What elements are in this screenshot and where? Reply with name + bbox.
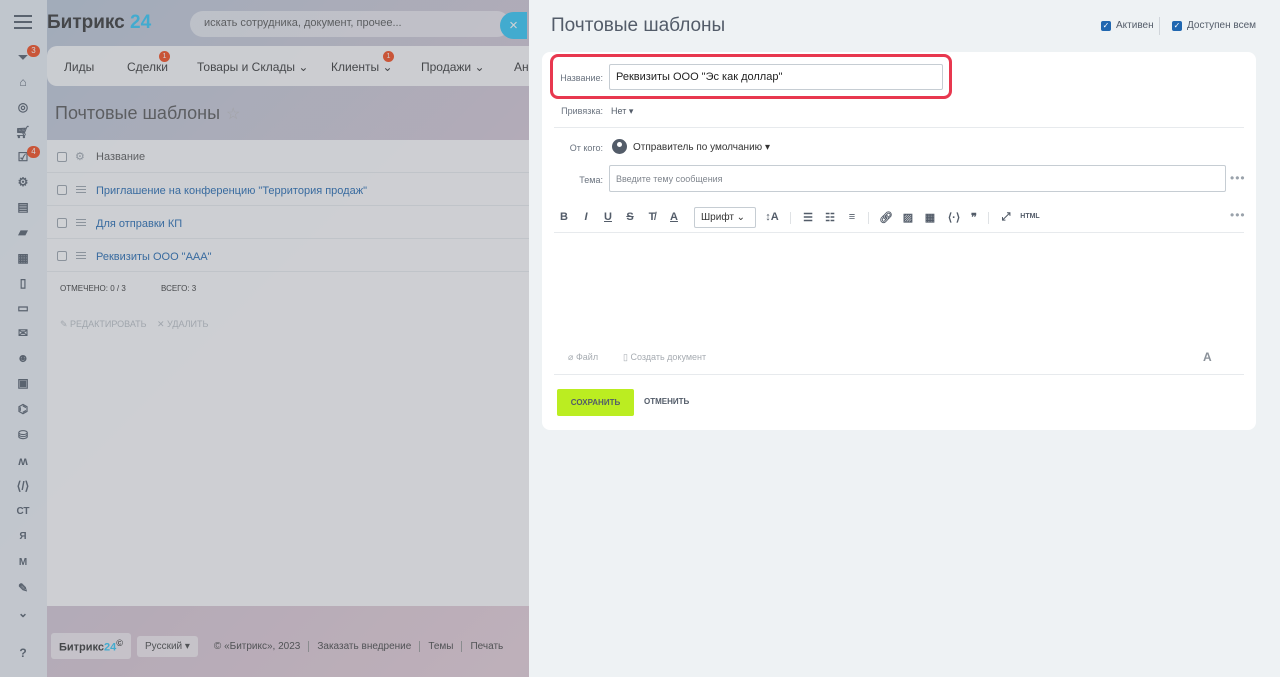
- checkbox-checked-icon: ✓: [1172, 20, 1182, 31]
- attach-file-link[interactable]: ⌀ Файл: [568, 352, 598, 363]
- divider: [554, 232, 1244, 233]
- subject-input[interactable]: Введите тему сообщения: [609, 165, 1226, 192]
- quote-icon[interactable]: ❞: [966, 211, 982, 224]
- underline-icon[interactable]: U: [600, 211, 616, 223]
- from-label: От кого:: [569, 143, 603, 153]
- clear-format-icon[interactable]: T̸: [644, 211, 660, 223]
- text-format-icon[interactable]: A: [1203, 350, 1212, 364]
- image-icon[interactable]: ▨: [900, 211, 916, 224]
- checkbox-checked-icon: ✓: [1101, 20, 1111, 31]
- sender-select[interactable]: Отправитель по умолчанию ▾: [633, 142, 770, 153]
- save-button[interactable]: СОХРАНИТЬ: [557, 389, 634, 416]
- bold-icon[interactable]: B: [556, 211, 572, 223]
- binding-select[interactable]: Нет ▾: [611, 106, 633, 117]
- bulleted-list-icon[interactable]: ☷: [822, 211, 838, 224]
- html-mode-icon[interactable]: HTML: [1020, 213, 1040, 220]
- cancel-button[interactable]: ОТМЕНИТЬ: [644, 397, 689, 406]
- divider: [1159, 17, 1160, 35]
- name-input[interactable]: Реквизиты ООО "Эс как доллар": [609, 64, 943, 90]
- table-icon[interactable]: ▦: [922, 211, 938, 224]
- divider: [868, 212, 869, 224]
- numbered-list-icon[interactable]: ☰: [800, 211, 816, 224]
- binding-label: Привязка:: [561, 106, 603, 116]
- text-color-icon[interactable]: A: [666, 211, 682, 223]
- create-document-link[interactable]: ▯ Создать документ: [623, 352, 706, 363]
- template-form: Название: Реквизиты ООО "Эс как доллар" …: [542, 52, 1256, 430]
- template-editor-panel: Почтовые шаблоны ✓ Активен ✓ Доступен всем…: [529, 0, 1280, 677]
- link-icon[interactable]: 🔗︎: [878, 211, 894, 224]
- dim-overlay[interactable]: [0, 0, 529, 677]
- fullscreen-icon[interactable]: ⤢: [998, 211, 1014, 224]
- more-icon[interactable]: •••: [1230, 208, 1246, 222]
- active-checkbox[interactable]: ✓ Активен: [1101, 20, 1154, 31]
- subject-label: Тема:: [579, 175, 603, 185]
- panel-title: Почтовые шаблоны: [551, 15, 726, 36]
- divider: [988, 212, 989, 224]
- shared-checkbox[interactable]: ✓ Доступен всем: [1172, 20, 1256, 31]
- name-label: Название:: [560, 73, 603, 83]
- more-icon[interactable]: •••: [1230, 171, 1246, 185]
- divider: [554, 127, 1244, 128]
- align-icon[interactable]: ≡: [844, 211, 860, 223]
- code-icon[interactable]: ⟨·⟩: [944, 211, 964, 224]
- document-icon: ▯: [623, 352, 628, 362]
- avatar-icon: [612, 139, 627, 154]
- italic-icon[interactable]: I: [578, 211, 594, 223]
- font-select[interactable]: Шрифт ⌄: [694, 207, 756, 228]
- font-size-icon[interactable]: ↕A: [762, 211, 782, 223]
- divider: [554, 374, 1244, 375]
- divider: [790, 212, 791, 224]
- strikethrough-icon[interactable]: S: [622, 211, 638, 223]
- paperclip-icon: ⌀: [568, 352, 574, 362]
- editor-body[interactable]: [556, 236, 1246, 341]
